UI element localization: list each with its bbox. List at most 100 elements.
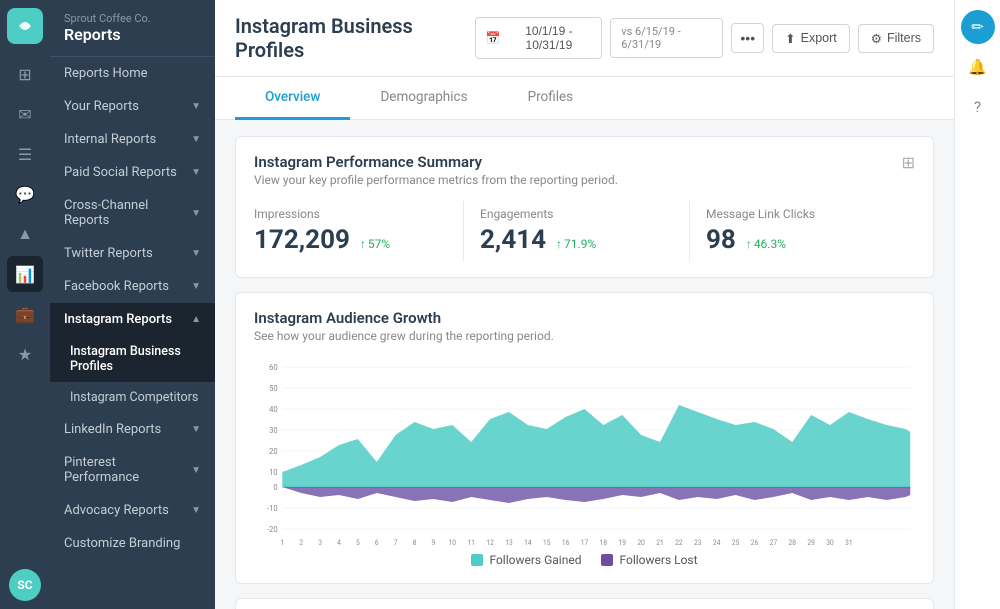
chevron-icon: ▼ [191,505,201,516]
chevron-icon: ▼ [191,134,201,145]
svg-text:10: 10 [449,539,457,547]
page-title: Instagram Business Profiles [235,14,475,62]
nav-icon-home[interactable]: ⊞ [7,56,43,92]
svg-text:17: 17 [581,539,589,547]
sidebar-item-reports-home[interactable]: Reports Home [50,57,215,90]
svg-text:18: 18 [600,539,608,547]
metric-impressions-value: 172,209 [254,225,350,255]
svg-text:21: 21 [656,539,663,547]
sidebar-header: Sprout Coffee Co. Reports [50,0,215,57]
help-icon[interactable]: ? [961,90,995,124]
nav-icon-briefcase[interactable]: 💼 [7,296,43,332]
svg-text:26: 26 [751,539,759,547]
user-avatar[interactable]: SC [9,569,41,601]
right-strip: ✏ 🔔 ? [954,0,1000,609]
chart-svg: 60 50 40 30 20 10 0 -10 -20 1 [254,357,915,547]
edit-icon[interactable]: ✏ [961,10,995,44]
logo [7,8,43,44]
main-header: Instagram Business Profiles 📅 10/1/19 - … [215,0,954,77]
metric-engagements-change: 71.9% [556,237,596,251]
sidebar-item-customize-branding[interactable]: Customize Branding [50,527,215,560]
sidebar: Sprout Coffee Co. Reports Reports Home Y… [50,0,215,609]
sidebar-item-advocacy[interactable]: Advocacy Reports ▼ [50,494,215,527]
svg-text:3: 3 [318,539,322,547]
sidebar-item-your-reports[interactable]: Your Reports ▼ [50,90,215,123]
date-range-button[interactable]: 📅 10/1/19 - 10/31/19 [475,17,603,59]
chevron-icon: ▼ [191,167,201,178]
svg-text:13: 13 [505,539,513,547]
chevron-icon: ▼ [191,465,201,476]
svg-text:29: 29 [807,539,815,547]
chevron-icon: ▼ [191,208,201,219]
svg-text:15: 15 [543,539,551,547]
sidebar-item-twitter[interactable]: Twitter Reports ▼ [50,237,215,270]
nav-icon-messages[interactable]: 💬 [7,176,43,212]
legend-followers-lost: Followers Lost [601,553,697,567]
metric-engagements-value: 2,414 [480,225,546,255]
sidebar-item-pinterest[interactable]: Pinterest Performance ▼ [50,446,215,494]
metric-link-clicks-change: 46.3% [746,237,786,251]
tab-overview[interactable]: Overview [235,77,350,120]
company-name: Sprout Coffee Co. [64,12,201,25]
sidebar-item-internal-reports[interactable]: Internal Reports ▼ [50,123,215,156]
metrics-row: Impressions 172,209 57% Engagements 2,41… [254,201,915,261]
performance-card-title: Instagram Performance Summary [254,153,618,171]
followers-lost-dot [601,554,613,566]
sidebar-item-instagram[interactable]: Instagram Reports ▲ [50,303,215,336]
tab-demographics[interactable]: Demographics [350,77,497,120]
nav-icon-tasks[interactable]: ☰ [7,136,43,172]
grid-view-icon[interactable]: ⊞ [902,153,915,172]
audience-chart: 60 50 40 30 20 10 0 -10 -20 1 [254,357,915,547]
growth-card-subtitle: See how your audience grew during the re… [254,329,915,343]
svg-text:50: 50 [269,384,277,393]
chevron-icon: ▼ [191,424,201,435]
sidebar-item-cross-channel[interactable]: Cross-Channel Reports ▼ [50,189,215,237]
sidebar-item-paid-social[interactable]: Paid Social Reports ▼ [50,156,215,189]
svg-text:0: 0 [273,483,277,492]
sidebar-title: Reports [64,25,201,44]
nav-icon-publish[interactable]: ▲ [7,216,43,252]
chart-legend: Followers Gained Followers Lost [254,553,915,567]
legend-followers-gained: Followers Gained [471,553,581,567]
main-content: Instagram Business Profiles 📅 10/1/19 - … [215,0,954,609]
chevron-icon: ▼ [191,101,201,112]
growth-card-title: Instagram Audience Growth [254,309,915,327]
svg-text:2: 2 [299,539,303,547]
nav-icon-star[interactable]: ★ [7,336,43,372]
svg-text:4: 4 [337,539,341,547]
nav-icon-compose[interactable]: ✉ [7,96,43,132]
metric-link-clicks-value: 98 [706,225,736,255]
bell-icon[interactable]: 🔔 [961,50,995,84]
more-options-button[interactable]: ••• [731,23,764,53]
svg-text:1: 1 [280,539,284,547]
svg-text:22: 22 [675,539,683,547]
date-range-label: 10/1/19 - 10/31/19 [507,24,592,52]
metric-impressions: Impressions 172,209 57% [254,201,464,261]
sidebar-item-instagram-competitors[interactable]: Instagram Competitors [50,382,215,413]
svg-text:19: 19 [619,539,627,547]
svg-text:24: 24 [713,539,721,547]
sidebar-item-linkedin[interactable]: LinkedIn Reports ▼ [50,413,215,446]
chevron-icon: ▼ [191,248,201,259]
icon-strip: ⊞ ✉ ☰ 💬 ▲ 📊 💼 ★ SC [0,0,50,609]
svg-text:23: 23 [694,539,702,547]
sidebar-item-facebook[interactable]: Facebook Reports ▼ [50,270,215,303]
metric-engagements: Engagements 2,414 71.9% [464,201,690,261]
svg-text:-20: -20 [267,525,278,534]
sidebar-item-instagram-business[interactable]: Instagram Business Profiles [50,336,215,382]
metric-engagements-label: Engagements [480,207,673,221]
export-button[interactable]: ⬆ Export [772,24,850,53]
svg-text:20: 20 [637,539,645,547]
performance-summary-card: Instagram Performance Summary View your … [235,136,934,278]
tab-profiles[interactable]: Profiles [498,77,604,120]
header-controls: 📅 10/1/19 - 10/31/19 vs 6/15/19 - 6/31/1… [475,17,934,59]
calendar-icon: 📅 [486,31,501,45]
chevron-icon: ▼ [191,281,201,292]
audience-growth-card: Instagram Audience Growth See how your a… [235,292,934,584]
followers-gained-dot [471,554,483,566]
filter-icon: ⚙ [871,31,882,46]
nav-icon-reports[interactable]: 📊 [7,256,43,292]
filters-button[interactable]: ⚙ Filters [858,24,934,53]
svg-text:8: 8 [413,539,417,547]
svg-text:5: 5 [356,539,360,547]
